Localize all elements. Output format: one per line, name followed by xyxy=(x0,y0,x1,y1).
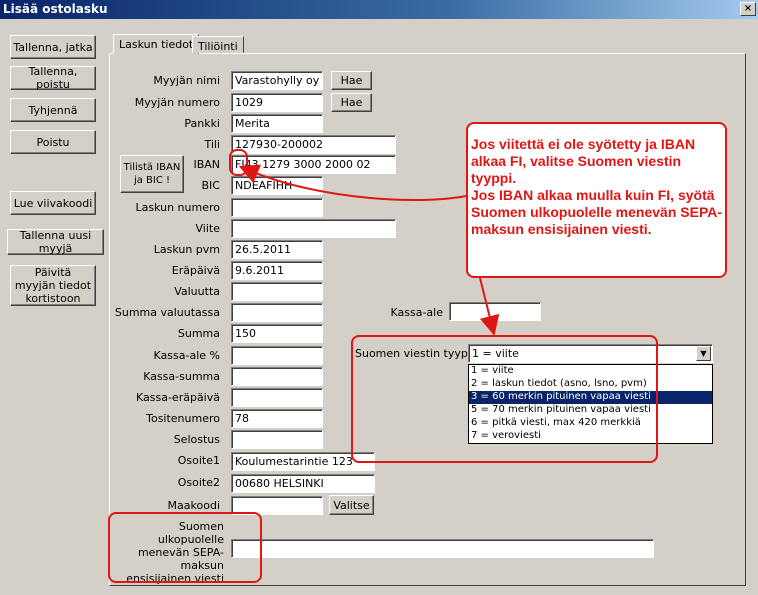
arrow-to-iban xyxy=(238,164,467,202)
annotation-arrows xyxy=(238,164,500,336)
purchase-invoice-window: Lisää ostolasku × Tallenna, jatka Tallen… xyxy=(0,0,758,595)
arrow-to-message-type xyxy=(479,277,500,336)
